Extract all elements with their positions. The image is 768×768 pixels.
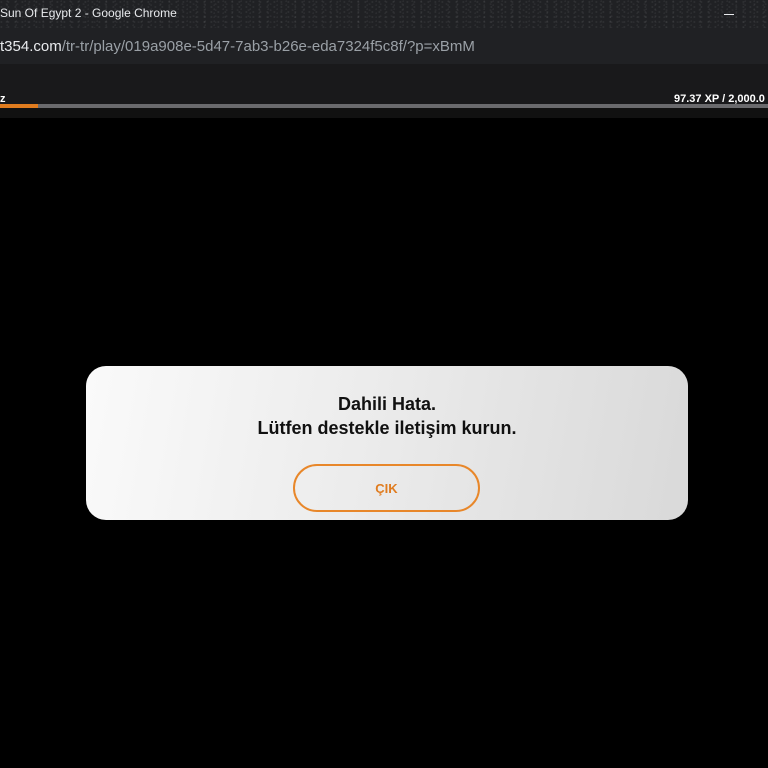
url-host: t354.com xyxy=(0,38,62,55)
url-path: /tr-tr/play/019a908e-5d47-7ab3-b26e-eda7… xyxy=(61,38,475,55)
minimize-icon xyxy=(724,13,734,15)
address-bar[interactable]: t354.com/tr-tr/play/019a908e-5d47-7ab3-b… xyxy=(0,28,768,64)
header-separator xyxy=(0,108,768,118)
minimize-button[interactable] xyxy=(706,0,752,28)
game-header-bar: z 97.37 XP / 2,000.0 xyxy=(0,64,768,108)
window-title: Sun Of Egypt 2 - Google Chrome xyxy=(0,6,177,20)
error-message: Lütfen destekle iletişim kurun. xyxy=(257,418,517,438)
url-text[interactable]: t354.com/tr-tr/play/019a908e-5d47-7ab3-b… xyxy=(0,38,475,55)
error-dialog: Dahili Hata. Lütfen destekle iletişim ku… xyxy=(86,366,688,520)
exit-button[interactable]: ÇIK xyxy=(293,464,480,512)
error-title: Dahili Hata. xyxy=(337,394,437,414)
window-titlebar: Sun Of Egypt 2 - Google Chrome xyxy=(0,0,768,28)
